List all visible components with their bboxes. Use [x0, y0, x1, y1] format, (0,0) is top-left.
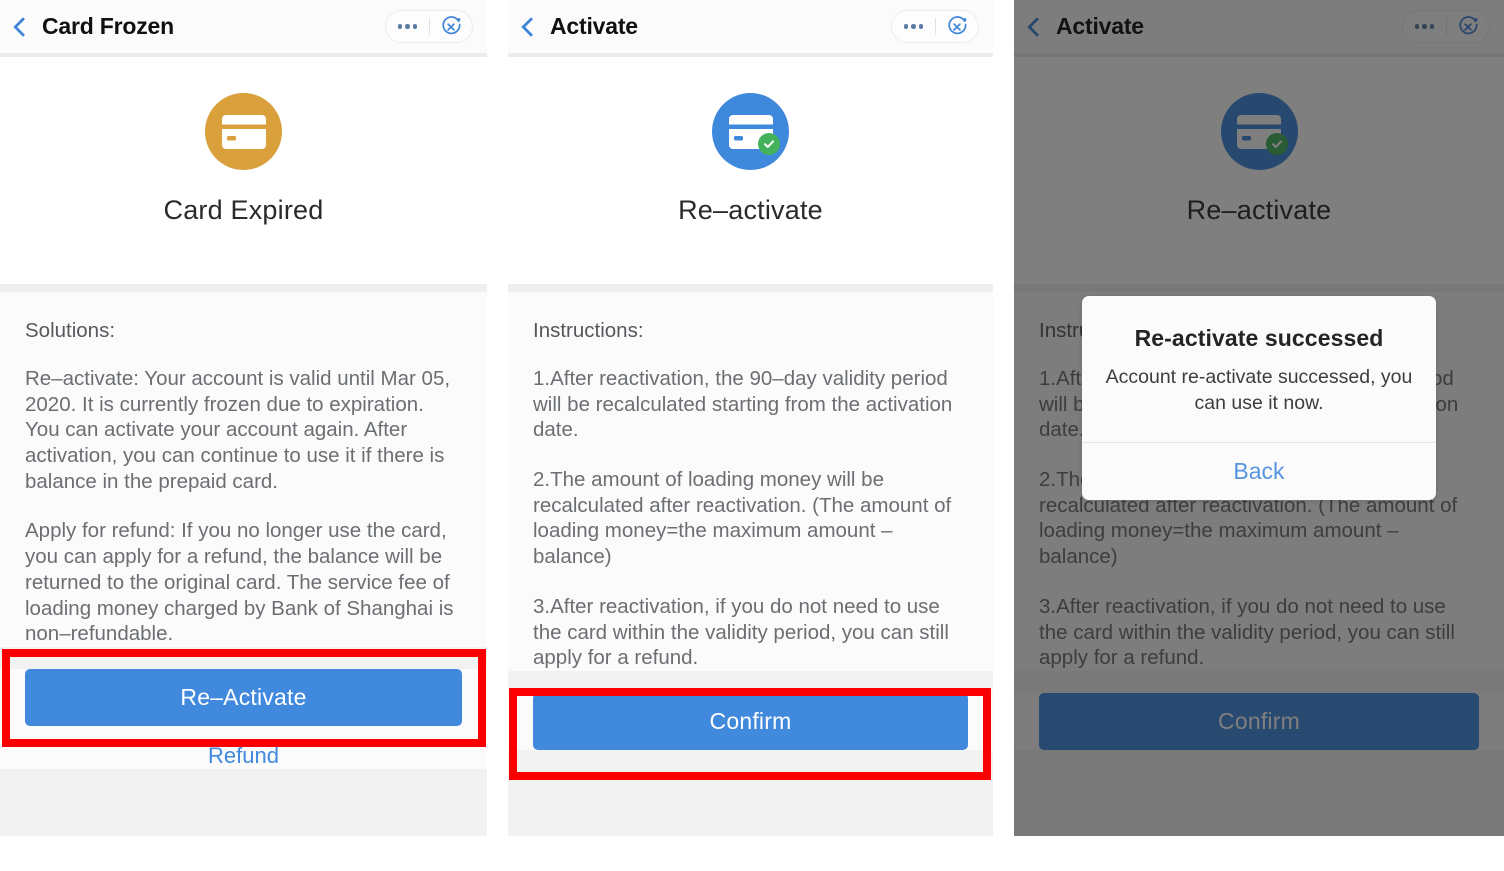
- chevron-left-icon: [521, 16, 541, 37]
- section-gap: [0, 284, 487, 292]
- more-button[interactable]: [892, 11, 935, 42]
- miniprogram-capsule: [891, 10, 979, 43]
- content-lead: Solutions:: [25, 319, 116, 342]
- credit-card-icon: [221, 114, 266, 149]
- success-check-icon: [757, 132, 780, 155]
- refund-link[interactable]: Refund: [25, 743, 462, 769]
- navbar: Activate: [508, 0, 993, 53]
- navbar: Card Frozen: [0, 0, 487, 53]
- close-button[interactable]: [936, 11, 979, 42]
- confirm-button[interactable]: Confirm: [533, 693, 968, 751]
- more-button[interactable]: [386, 11, 429, 42]
- dialog-message: Account re-activate successed, you can u…: [1105, 366, 1413, 415]
- close-circle-icon: [442, 15, 461, 34]
- close-circle-icon: [948, 15, 967, 34]
- content-lead: Instructions:: [533, 319, 644, 342]
- content-text-block: Instructions: 1.After reactivation, the …: [508, 292, 993, 672]
- hero-title: Re–activate: [678, 195, 823, 225]
- success-dialog: Re-activate successed Account re-activat…: [1082, 296, 1436, 500]
- back-button[interactable]: [13, 12, 38, 42]
- miniprogram-capsule: [385, 10, 473, 43]
- chevron-left-icon: [13, 16, 33, 37]
- content-paragraph: Apply for refund: If you no longer use t…: [25, 519, 454, 646]
- back-button[interactable]: [521, 12, 546, 42]
- credit-card-check-icon: [728, 114, 780, 155]
- dialog-back-button[interactable]: Back: [1082, 443, 1436, 500]
- page-title: Card Frozen: [42, 13, 174, 39]
- close-button[interactable]: [430, 11, 473, 42]
- more-dots-icon: [903, 24, 923, 29]
- dialog-body: Re-activate successed Account re-activat…: [1082, 296, 1436, 442]
- phone-screen-activate: Activate Re–activate Instructions: 1.Aft…: [508, 0, 993, 836]
- more-dots-icon: [397, 24, 417, 29]
- content-text-block: Solutions: Re–activate: Your account is …: [0, 292, 487, 648]
- content-paragraph: 1.After reactivation, the 90–day validit…: [533, 366, 953, 442]
- dialog-title: Re-activate successed: [1134, 325, 1384, 351]
- page-title: Activate: [550, 13, 638, 39]
- status-badge: [712, 93, 789, 170]
- hero-title: Card Expired: [163, 195, 324, 225]
- content-paragraph: Re–activate: Your account is valid until…: [25, 366, 451, 493]
- hero-card: Re–activate: [508, 57, 993, 284]
- action-area: Confirm: [508, 693, 993, 751]
- content-paragraph: 2.The amount of loading money will be re…: [533, 467, 952, 569]
- status-badge: [205, 93, 282, 170]
- hero-card: Card Expired: [0, 57, 487, 284]
- action-area: Re–Activate Refund: [0, 669, 487, 770]
- section-gap: [508, 284, 993, 292]
- re-activate-button[interactable]: Re–Activate: [25, 669, 462, 727]
- phone-screen-card-frozen: Card Frozen Card Expired Solutions: Re–a…: [0, 0, 487, 836]
- screenshot-board: Card Frozen Card Expired Solutions: Re–a…: [0, 0, 1504, 871]
- content-paragraph: 3.After reactivation, if you do not need…: [533, 594, 949, 670]
